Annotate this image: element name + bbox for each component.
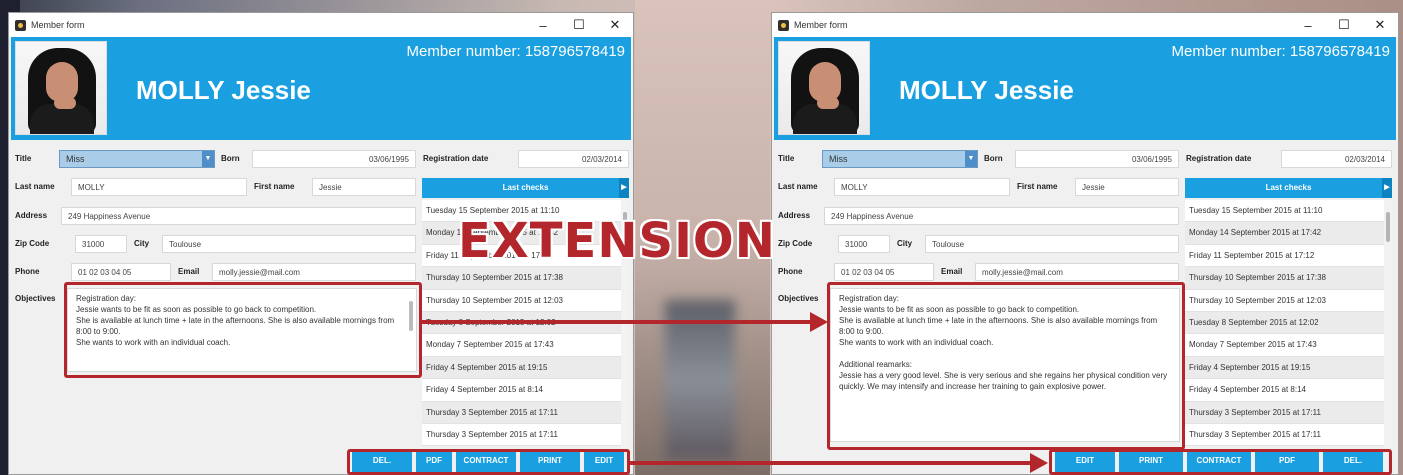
- born-label: Born: [221, 154, 240, 163]
- city-field[interactable]: Toulouse: [162, 235, 416, 253]
- app-icon: [15, 19, 26, 31]
- list-item[interactable]: Friday 4 September 2015 at 19:15: [422, 356, 629, 380]
- last-name-field[interactable]: MOLLY: [834, 178, 1010, 196]
- objectives-label: Objectives: [778, 294, 819, 303]
- list-item[interactable]: Tuesday 8 September 2015 at 12:02: [1185, 311, 1392, 335]
- chevron-down-icon: ▼: [202, 151, 214, 167]
- arrow-right-icon: [810, 312, 828, 332]
- list-item[interactable]: Monday 7 September 2015 at 17:43: [1185, 334, 1392, 357]
- last-checks-title: Last checks: [502, 183, 549, 192]
- born-label: Born: [984, 154, 1003, 163]
- highlight-objectives-left: [64, 282, 422, 378]
- maximize-button[interactable]: ☐: [561, 17, 597, 33]
- registration-date-field[interactable]: 02/03/2014: [518, 150, 629, 168]
- phone-label: Phone: [15, 267, 40, 276]
- member-name: MOLLY Jessie: [136, 75, 311, 105]
- city-label: City: [134, 239, 150, 248]
- email-field[interactable]: molly.jessie@mail.com: [212, 263, 416, 281]
- member-number: Member number: 158796578419: [406, 43, 625, 60]
- member-banner: Member number: 158796578419 MOLLY Jessie: [774, 37, 1396, 140]
- address-field[interactable]: 249 Happiness Avenue: [824, 207, 1179, 225]
- phone-field[interactable]: 01 02 03 04 05: [834, 263, 934, 281]
- highlight-buttons-left: [347, 449, 630, 475]
- window-title: Member form: [31, 20, 85, 30]
- last-name-label: Last name: [15, 182, 55, 191]
- last-checks-list: Tuesday 15 September 2015 at 11:10 Monda…: [1185, 200, 1392, 448]
- city-field[interactable]: Toulouse: [925, 235, 1179, 253]
- last-checks-title: Last checks: [1265, 183, 1312, 192]
- title-select[interactable]: Miss ▼: [59, 150, 215, 168]
- title-value: Miss: [829, 154, 848, 164]
- zip-code-field[interactable]: 31000: [75, 235, 127, 253]
- born-field[interactable]: 03/06/1995: [252, 150, 416, 168]
- highlight-objectives-right: [827, 282, 1185, 450]
- title-bar: Member form – ☐ ✕: [772, 13, 1398, 37]
- close-button[interactable]: ✕: [1362, 17, 1398, 33]
- extension-label: EXTENSION: [458, 213, 776, 269]
- member-name: MOLLY Jessie: [899, 75, 1074, 105]
- registration-date-field[interactable]: 02/03/2014: [1281, 150, 1392, 168]
- first-name-field[interactable]: Jessie: [1075, 178, 1179, 196]
- zip-code-field[interactable]: 31000: [838, 235, 890, 253]
- address-field[interactable]: 249 Happiness Avenue: [61, 207, 416, 225]
- chevron-right-icon[interactable]: ▶: [619, 178, 629, 198]
- address-label: Address: [15, 211, 48, 220]
- born-field[interactable]: 03/06/1995: [1015, 150, 1179, 168]
- first-name-label: First name: [254, 182, 295, 191]
- member-banner: Member number: 158796578419 MOLLY Jessie: [11, 37, 631, 140]
- minimize-button[interactable]: –: [525, 18, 561, 33]
- list-item[interactable]: Tuesday 15 September 2015 at 11:10: [1185, 200, 1392, 223]
- chevron-right-icon[interactable]: ▶: [1382, 178, 1392, 198]
- maximize-button[interactable]: ☐: [1326, 17, 1362, 33]
- scrollbar[interactable]: [1384, 200, 1392, 448]
- close-button[interactable]: ✕: [597, 17, 633, 33]
- list-item[interactable]: Friday 4 September 2015 at 19:15: [1185, 356, 1392, 380]
- registration-date-label: Registration date: [1186, 154, 1252, 163]
- list-item[interactable]: Monday 14 September 2015 at 17:42: [1185, 222, 1392, 245]
- first-name-label: First name: [1017, 182, 1058, 191]
- zip-code-label: Zip Code: [15, 239, 50, 248]
- list-item[interactable]: Thursday 10 September 2015 at 17:38: [1185, 267, 1392, 290]
- list-item[interactable]: Thursday 3 September 2015 at 17:11: [422, 401, 629, 424]
- last-checks-header: Last checks ▶: [422, 178, 629, 198]
- list-item[interactable]: Friday 11 September 2015 at 17:12: [1185, 244, 1392, 268]
- member-photo: [778, 41, 870, 135]
- title-label: Title: [15, 154, 32, 163]
- last-checks-header: Last checks ▶: [1185, 178, 1392, 198]
- email-label: Email: [178, 267, 200, 276]
- last-name-label: Last name: [778, 182, 818, 191]
- list-item[interactable]: Thursday 3 September 2015 at 17:11: [1185, 423, 1392, 447]
- first-name-field[interactable]: Jessie: [312, 178, 416, 196]
- list-item[interactable]: Monday 7 September 2015 at 17:43: [422, 334, 629, 357]
- list-item[interactable]: Thursday 3 September 2015 at 17:11: [422, 423, 629, 447]
- email-label: Email: [941, 267, 963, 276]
- window-title: Member form: [794, 20, 848, 30]
- buttons-arrow-line: [630, 461, 1032, 465]
- city-label: City: [897, 239, 913, 248]
- list-item[interactable]: Thursday 10 September 2015 at 12:03: [422, 289, 629, 312]
- email-field[interactable]: molly.jessie@mail.com: [975, 263, 1179, 281]
- list-item[interactable]: Friday 4 September 2015 at 8:14: [1185, 379, 1392, 402]
- objectives-label: Objectives: [15, 294, 56, 303]
- title-select[interactable]: Miss ▼: [822, 150, 978, 168]
- last-name-field[interactable]: MOLLY: [71, 178, 247, 196]
- chevron-down-icon: ▼: [965, 151, 977, 167]
- phone-field[interactable]: 01 02 03 04 05: [71, 263, 171, 281]
- arrow-right-icon: [1030, 453, 1048, 473]
- list-item[interactable]: Thursday 3 September 2015 at 17:11: [1185, 401, 1392, 424]
- member-photo: [15, 41, 107, 135]
- app-icon: [778, 19, 789, 31]
- title-value: Miss: [66, 154, 85, 164]
- minimize-button[interactable]: –: [1290, 18, 1326, 33]
- member-number: Member number: 158796578419: [1171, 43, 1390, 60]
- extension-arrow-line: [422, 320, 812, 324]
- highlight-buttons-right: [1049, 449, 1392, 475]
- list-item[interactable]: Friday 4 September 2015 at 8:14: [422, 379, 629, 402]
- registration-date-label: Registration date: [423, 154, 489, 163]
- title-bar: Member form – ☐ ✕: [9, 13, 633, 37]
- list-item[interactable]: Thursday 10 September 2015 at 12:03: [1185, 289, 1392, 312]
- title-label: Title: [778, 154, 795, 163]
